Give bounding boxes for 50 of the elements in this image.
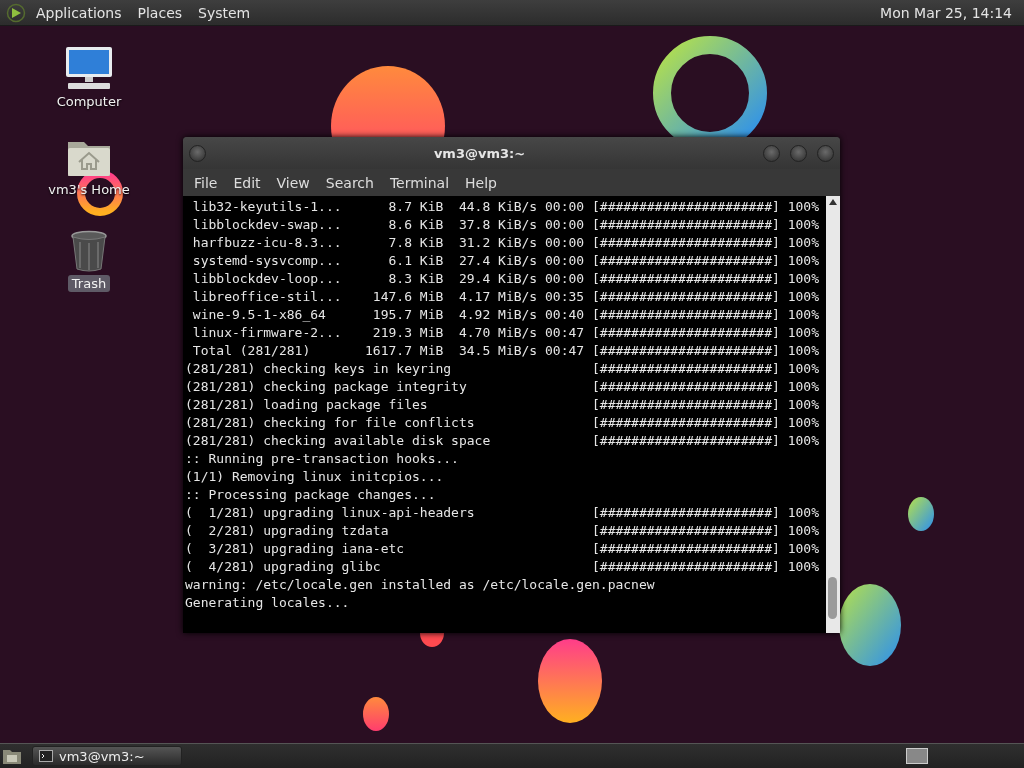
scrollbar-thumb[interactable] (828, 577, 837, 619)
minimize-button[interactable] (763, 144, 780, 162)
terminal-line: :: Processing package changes... (185, 486, 437, 504)
menu-item[interactable]: Applications (28, 0, 130, 25)
terminal-line: (281/281) checking available disk space [######################] 100% (185, 432, 820, 450)
terminal-line: (1/1) Removing linux initcpios... (185, 468, 445, 486)
terminal-line: systemd-sysvcomp... 6.1 KiB 27.4 KiB/s 00:00 [######################] 100% (191, 252, 820, 270)
terminal-line: harfbuzz-icu-8.3... 7.8 KiB 31.2 KiB/s 00:00 [######################] 100% (191, 234, 820, 252)
terminal-line: ( 4/281) upgrading glibc [######################] 100% (185, 558, 820, 576)
clock[interactable]: Mon Mar 25, 14:14 (872, 0, 1020, 25)
terminal-line: Generating locales... (185, 594, 351, 612)
trash-icon (70, 230, 108, 272)
menu-item[interactable]: Help (457, 174, 505, 191)
terminal-line: (281/281) checking keys in keyring [######################] 100% (185, 360, 820, 378)
terminal-line: lib32-keyutils-1... 8.7 KiB 44.8 KiB/s 00:00 [######################] 100% (191, 198, 820, 216)
terminal-line: ( 3/281) upgrading iana-etc [######################] 100% (185, 540, 820, 558)
terminal-line: ( 2/281) upgrading tzdata [######################] 100% (185, 522, 820, 540)
icon-label[interactable]: Trash (67, 275, 111, 292)
task-button[interactable]: vm3@vm3:~ (32, 746, 182, 766)
icon-label[interactable]: Computer (52, 93, 126, 110)
terminal-line: linux-firmware-2... 219.3 MiB 4.70 MiB/s 00:47 [######################] 100% (191, 324, 820, 342)
terminal-line: libblockdev-swap... 8.6 KiB 37.8 KiB/s 00:00 [######################] 100% (191, 216, 820, 234)
terminal-line: (281/281) checking for file conflicts [######################] 100% (185, 414, 820, 432)
menu-item[interactable]: View (268, 174, 318, 191)
terminal-line: Total (281/281) 1617.7 MiB 34.5 MiB/s 00:47 [######################] 100% (191, 342, 820, 360)
terminal-line: libblockdev-loop... 8.3 KiB 29.4 KiB/s 00:00 [######################] 100% (191, 270, 820, 288)
terminal-line: (281/281) checking package integrity [######################] 100% (185, 378, 820, 396)
menu-item[interactable]: Search (317, 174, 382, 191)
terminal-icon (39, 750, 53, 762)
scrollbar[interactable] (826, 196, 840, 633)
terminal-line: :: Running pre-transaction hooks... (185, 450, 460, 468)
terminal-line: wine-9.5-1-x86_64 195.7 MiB 4.92 MiB/s 00:40 [######################] 100% (191, 306, 820, 324)
menu-item[interactable]: System (190, 0, 259, 25)
computer-icon (64, 46, 114, 90)
menu-item[interactable]: Places (129, 0, 191, 25)
scroll-up-arrow-icon[interactable] (829, 199, 837, 205)
terminal-line: (281/281) loading package files [######################] 100% (185, 396, 820, 414)
window-title: vm3@vm3:~ (432, 145, 527, 161)
menu-item[interactable]: Terminal (381, 174, 458, 191)
close-button[interactable] (817, 144, 834, 162)
window-menu-button[interactable] (189, 144, 206, 162)
workspace-switcher[interactable] (906, 748, 928, 764)
terminal-line: libreoffice-stil... 147.6 MiB 4.17 MiB/s 00:35 [######################] 100% (191, 288, 820, 306)
show-desktop-icon[interactable] (2, 747, 22, 765)
maximize-button[interactable] (790, 144, 807, 162)
menu-item[interactable]: File (186, 174, 226, 191)
terminal-line: ( 1/281) upgrading linux-api-headers [######################] 100% (185, 504, 820, 522)
logo-icon[interactable] (6, 2, 26, 23)
terminal-line: warning: /etc/locale.gen installed as /etc/locale.gen.pacnew (185, 576, 656, 594)
menu-item[interactable]: Edit (225, 174, 269, 191)
